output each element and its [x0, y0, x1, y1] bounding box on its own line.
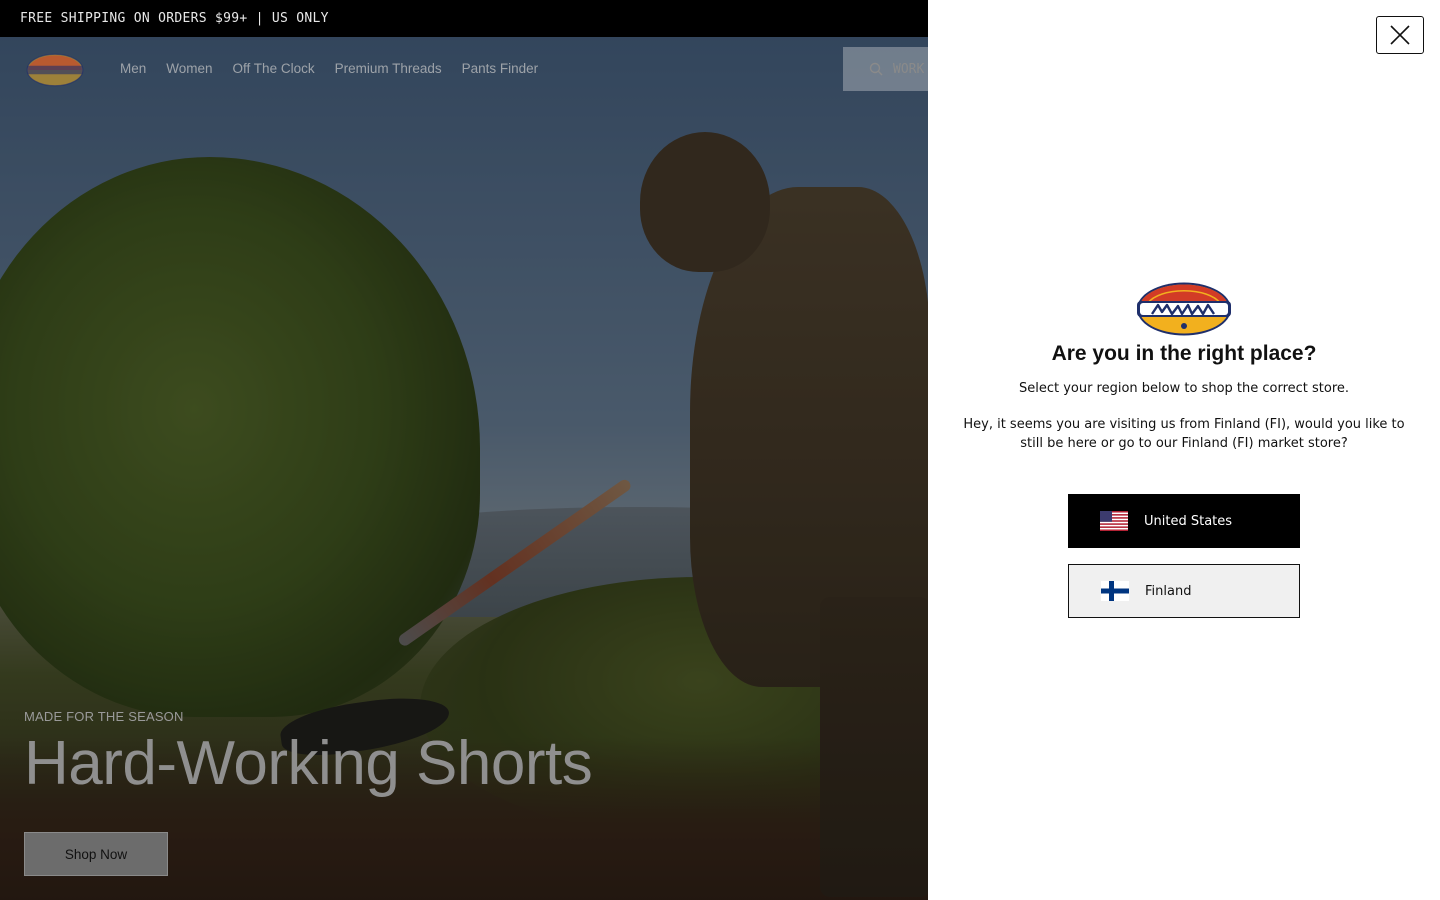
nav-link-men[interactable]: Men: [120, 61, 146, 76]
fi-flag-icon: [1101, 581, 1129, 601]
nav-link-pants-finder[interactable]: Pants Finder: [462, 61, 539, 76]
region-option-label: United States: [1144, 513, 1233, 529]
search-placeholder: WORK: [893, 61, 925, 77]
region-modal-message: Hey, it seems you are visiting us from F…: [963, 417, 1405, 451]
dickies-logo: [1137, 282, 1231, 336]
hero-title: Hard-Working Shorts: [24, 729, 593, 798]
hero-eyebrow: MADE FOR THE SEASON: [24, 709, 184, 724]
shop-now-button[interactable]: Shop Now: [24, 832, 168, 876]
region-modal-subtitle: Select your region below to shop the cor…: [1018, 381, 1350, 396]
nav-links: Men Women Off The Clock Premium Threads …: [120, 61, 538, 76]
region-option-finland[interactable]: Finland: [1068, 564, 1300, 618]
close-button[interactable]: [1376, 16, 1424, 54]
nav-link-off-the-clock[interactable]: Off The Clock: [233, 61, 315, 76]
region-selector-drawer: Are you in the right place? Select your …: [928, 0, 1440, 900]
region-option-label: Finland: [1145, 583, 1192, 599]
region-option-united-states[interactable]: United States: [1068, 494, 1300, 548]
nav-link-women[interactable]: Women: [166, 61, 212, 76]
dickies-logo[interactable]: [24, 53, 86, 87]
nav-link-premium-threads[interactable]: Premium Threads: [335, 61, 442, 76]
search-icon: [869, 62, 883, 76]
close-icon: [1390, 25, 1410, 45]
region-modal-title: Are you in the right place?: [1051, 342, 1317, 365]
us-flag-icon: [1100, 511, 1128, 531]
